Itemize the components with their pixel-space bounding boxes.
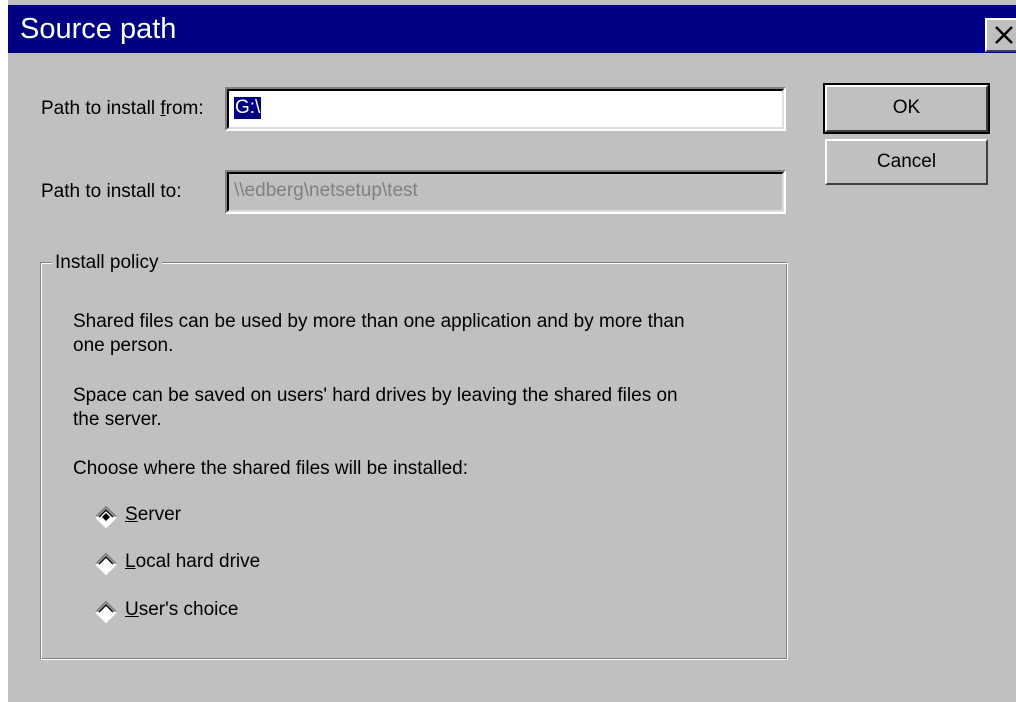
install-to-label: Path to install to: [41, 181, 182, 202]
cancel-button-label: Cancel [876, 151, 937, 172]
radio-users-choice-text: ser's choice [138, 599, 239, 620]
space-saving-description-line2: the server. [73, 409, 162, 430]
cancel-button[interactable]: Cancel [825, 139, 988, 185]
radio-users-choice-accel: U [125, 599, 139, 620]
source-path-dialog: Source path Path to install from: G:\ Pa… [0, 0, 1016, 702]
install-to-input: \\edberg\netsetup\test [225, 170, 786, 214]
install-from-label: Path to install from: [41, 98, 204, 120]
radio-diamond-selected-icon [95, 506, 117, 528]
radio-users-choice-label: User's choice [125, 599, 238, 621]
install-from-value: G:\ [234, 97, 262, 119]
window-left-edge [0, 0, 8, 702]
ok-button-label: OK [892, 97, 921, 118]
radio-diamond-icon [95, 601, 117, 623]
ok-button[interactable]: OK [823, 83, 990, 134]
title-bar[interactable]: Source path [8, 5, 1016, 53]
install-from-input-bevel [227, 89, 784, 129]
shared-files-description-line2: one person. [73, 335, 174, 356]
radio-local-text: ocal hard drive [135, 551, 261, 572]
radio-server-label: Server [125, 504, 181, 526]
dialog-title: Source path [20, 13, 177, 45]
close-icon [995, 26, 1013, 44]
space-saving-description-line1: Space can be saved on users' hard drives… [73, 385, 678, 406]
install-from-label-part2: rom: [165, 98, 204, 119]
radio-diamond-icon [95, 553, 117, 575]
shared-files-description-line1: Shared files can be used by more than on… [73, 311, 685, 332]
install-location-prompt: Choose where the shared files will be in… [73, 458, 468, 479]
radio-local-accel: L [125, 551, 136, 572]
close-button[interactable] [985, 18, 1016, 52]
install-to-value: \\edberg\netsetup\test [234, 180, 418, 201]
space-saving-description: Space can be saved on users' hard drives… [73, 384, 773, 432]
install-from-label-part1: Path to install [41, 98, 161, 119]
install-from-input[interactable]: G:\ [225, 87, 786, 131]
install-policy-legend: Install policy [52, 252, 162, 274]
radio-server-accel: S [125, 504, 138, 525]
radio-local-hard-drive-label: Local hard drive [125, 551, 260, 573]
radio-server-text: erver [137, 504, 181, 525]
shared-files-description: Shared files can be used by more than on… [73, 310, 773, 358]
